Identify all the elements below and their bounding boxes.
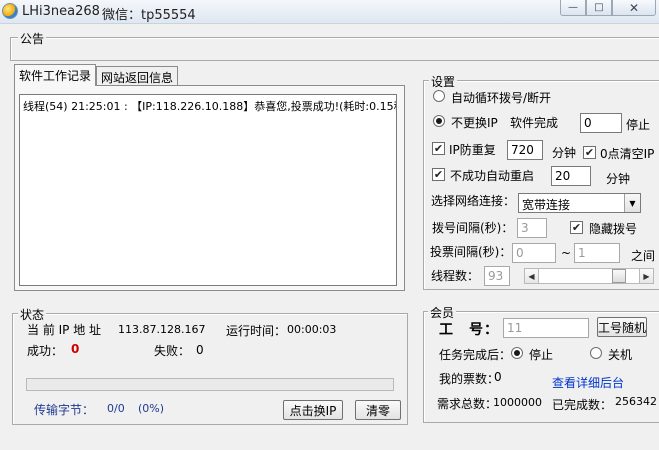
minimize-button[interactable]: — [560,0,586,16]
hide-dial-checkbox[interactable]: ✔ [570,221,583,234]
network-select-value: 宽带连接 [522,198,571,212]
work-id-random-button[interactable]: 工号随机 [597,317,647,337]
scroll-right-icon[interactable]: ▶ [639,268,654,284]
success-label: 成功： [27,344,64,358]
clear-ip-label: 0点清空IP [600,147,655,161]
auto-dial-radio[interactable] [433,90,445,102]
bytes-label: 传输字节： [34,403,95,417]
fail-restart-checkbox[interactable]: ✔ [432,168,445,181]
maximize-icon: □ [594,2,604,13]
bytes-value: 0/0 [107,402,125,415]
threads-input[interactable]: 93 [484,266,510,286]
task-done-shutdown-label: 关机 [608,348,633,362]
software-done-label: 软件完成 [510,116,559,130]
slider-thumb[interactable] [612,269,626,283]
no-change-ip-radio[interactable] [433,115,445,127]
threads-slider[interactable] [524,268,654,284]
my-votes-label: 我的票数： [439,372,500,386]
vote-interval-label: 投票间隔(秒)： [430,245,512,259]
work-id-label: 工 号： [439,322,499,338]
minimize-icon: — [568,2,578,13]
total-value: 1000000 [493,396,542,409]
close-icon: ✕ [628,0,640,15]
dial-interval-label: 拨号间隔(秒)： [432,221,514,235]
fail-restart-input[interactable]: 20 [551,166,591,186]
minutes-label-2: 分钟 [606,172,631,186]
fail-restart-label: 不成功自动重启 [450,169,535,183]
current-ip-label: 当 前 IP 地 址 [27,323,102,337]
stop-label: 停止 [626,118,651,132]
dial-interval-input[interactable]: 3 [517,218,547,238]
change-ip-button[interactable]: 点击换IP [283,400,343,420]
fail-value: 0 [196,343,204,357]
tilde-label: ~ [561,246,572,260]
minutes-label: 分钟 [552,146,577,160]
task-done-shutdown-radio[interactable] [590,347,602,359]
success-value: 0 [71,342,80,356]
progress-bar [26,378,394,391]
completed-label: 已完成数： [552,398,613,412]
details-link[interactable]: 查看详细后台 [552,374,624,391]
work-id-input[interactable]: 11 [503,318,589,338]
clear-ip-checkbox[interactable]: ✔ [583,146,596,159]
no-change-ip-label: 不更换IP [451,116,498,130]
current-ip-value: 113.87.128.167 [118,323,206,336]
network-label: 选择网络连接： [431,194,516,208]
announce-group [10,37,659,61]
task-done-label: 任务完成后： [439,348,512,362]
task-done-stop-radio[interactable] [511,347,523,359]
ip-dup-checkbox[interactable]: ✔ [432,142,445,155]
window-subtitle: 微信：tp55554 [102,8,196,23]
app-icon [2,3,18,19]
total-label: 需求总数： [437,397,498,411]
task-done-stop-label: 停止 [529,348,554,362]
maximize-button[interactable]: □ [586,0,612,16]
my-votes-value: 0 [494,370,502,384]
tab-site-response[interactable]: 网站返回信息 [96,66,179,86]
software-done-input[interactable]: 0 [580,113,622,133]
scroll-left-icon[interactable]: ◀ [524,268,539,284]
announce-legend: 公告 [18,30,47,47]
chevron-down-icon[interactable]: ▼ [624,194,640,212]
tab-work-log[interactable]: 软件工作记录 [14,64,97,86]
threads-label: 线程数： [431,269,480,283]
vote-interval-min-input[interactable]: 0 [512,243,556,263]
runtime-value: 00:00:03 [287,323,337,336]
bytes-percent: (0%) [138,402,165,415]
vote-interval-max-input[interactable]: 1 [574,243,620,263]
auto-dial-label: 自动循环拨号/断开 [451,91,552,105]
log-line: 线程(54) 21:25:01 : 【IP:118.226.10.188】恭喜您… [23,100,397,113]
clear-button[interactable]: 清零 [355,400,401,420]
ip-dup-input[interactable]: 720 [507,140,543,160]
completed-value: 256342 [615,395,657,408]
close-button[interactable]: ✕ [612,0,656,16]
hide-dial-label: 隐藏拨号 [589,222,638,236]
network-select[interactable]: 宽带连接 ▼ [518,193,641,213]
ip-dup-label: IP防重复 [449,143,496,157]
fail-label: 失败： [154,344,191,358]
settings-legend: 设置 [429,73,458,90]
work-log-list[interactable]: 线程(54) 21:25:01 : 【IP:118.226.10.188】恭喜您… [19,94,397,286]
between-label: 之间 [631,249,656,263]
runtime-label: 运行时间： [226,324,287,338]
window-title: LHi3nea268 [22,4,100,19]
